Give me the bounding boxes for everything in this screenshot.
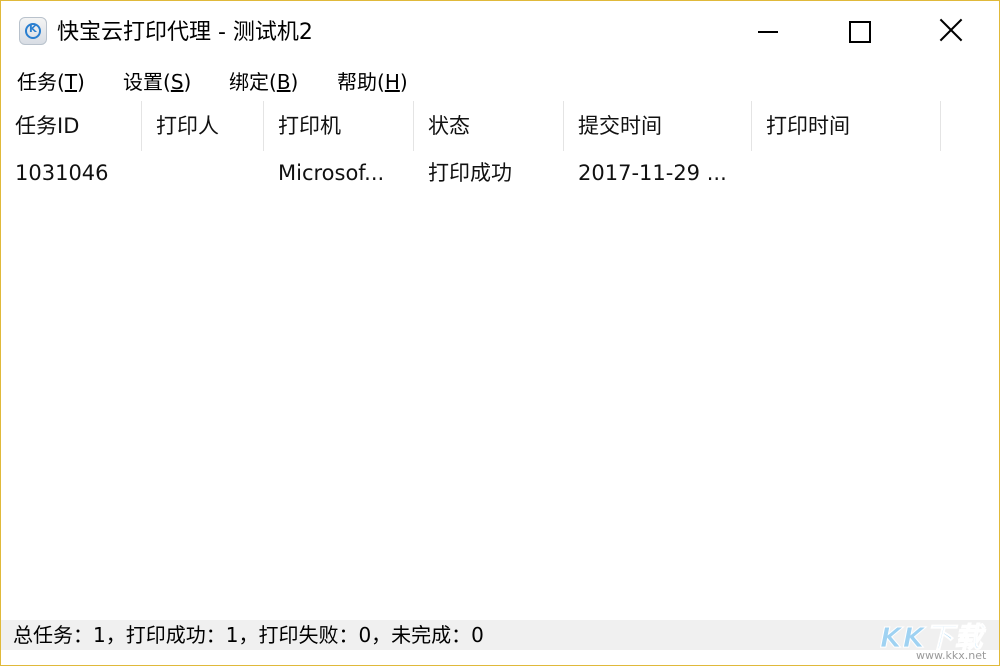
menu-help-close-paren: ) [399, 70, 408, 94]
menu-bind[interactable]: 绑定(B) [229, 68, 298, 96]
menu-task-close-paren: ) [77, 70, 85, 94]
title-bar[interactable]: K 快宝云打印代理 - 测试机2 [1, 1, 999, 63]
column-header-submit-time[interactable]: 提交时间 [564, 101, 752, 151]
column-header-printer-user[interactable]: 打印人 [142, 101, 264, 151]
cell-status: 打印成功 [428, 161, 512, 185]
menu-settings-close-paren: ) [183, 70, 192, 94]
cell-print-time [752, 151, 941, 195]
menu-bind-label: 绑定( [229, 70, 277, 94]
close-icon [939, 18, 963, 42]
cell-printer-user [142, 151, 264, 195]
task-list-view[interactable]: 任务ID 打印人 打印机 状态 提交时间 打印时间 1031046 Micros… [1, 101, 999, 620]
menu-task-label: 任务( [17, 70, 65, 94]
cell-submit-time: 2017-11-29 ... [578, 161, 727, 185]
menu-help-label: 帮助( [337, 70, 385, 94]
status-summary: 总任务：1，打印成功：1，打印失败：0，未完成：0 [13, 623, 484, 647]
menu-settings-accelerator: S [170, 70, 184, 94]
menu-bind-close-paren: ) [290, 70, 299, 94]
cell-task-id: 1031046 [15, 161, 109, 185]
menu-bar: 任务(T) 设置(S) 绑定(B) 帮助(H) [1, 63, 999, 101]
column-header-filler [941, 101, 999, 151]
close-button[interactable] [905, 1, 999, 63]
column-header-status[interactable]: 状态 [414, 101, 564, 151]
minimize-icon [758, 31, 778, 33]
maximize-button[interactable] [813, 1, 907, 63]
maximize-icon [849, 21, 871, 43]
menu-help-accelerator: H [384, 70, 400, 94]
menu-settings-label: 设置( [123, 70, 171, 94]
app-logo-icon: K [19, 17, 47, 45]
column-header-print-time[interactable]: 打印时间 [752, 101, 941, 151]
menu-bind-accelerator: B [276, 70, 291, 94]
menu-help[interactable]: 帮助(H) [337, 68, 408, 96]
menu-task-accelerator: T [64, 70, 78, 94]
minimize-button[interactable] [721, 1, 815, 63]
window-title: 快宝云打印代理 - 测试机2 [57, 20, 313, 45]
menu-settings[interactable]: 设置(S) [123, 68, 191, 96]
app-window: K 快宝云打印代理 - 测试机2 任务(T) 设置(S) 绑定(B) 帮助(H)… [0, 0, 1000, 666]
column-header-printer[interactable]: 打印机 [264, 101, 414, 151]
cell-printer: Microsof... [278, 161, 385, 185]
column-header-task-id[interactable]: 任务ID [1, 101, 142, 151]
status-bar: 总任务：1，打印成功：1，打印失败：0，未完成：0 [1, 620, 999, 650]
menu-task[interactable]: 任务(T) [17, 68, 85, 96]
